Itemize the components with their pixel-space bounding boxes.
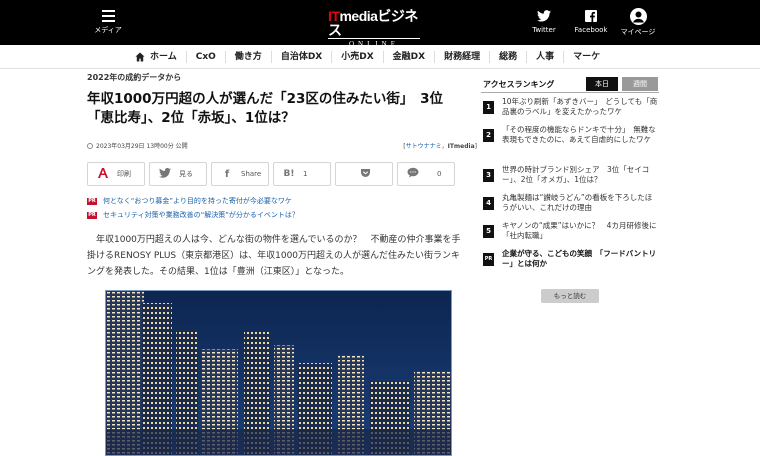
pocket-icon — [355, 168, 375, 181]
article-lead: 年収1000万円超えの人は今、どんな街の物件を選んでいるのか？ 不動産の仲介事業… — [87, 235, 461, 277]
rank-number: 5 — [483, 225, 494, 238]
publish-date-text: 2023年03月29日 13時00分 公開 — [96, 143, 188, 150]
rank-number: 4 — [483, 197, 494, 210]
rank-number: 1 — [483, 101, 494, 114]
headline-line-1: 年収1000万円超の人が選んだ「23区の住みたい街」 3位 — [87, 91, 444, 107]
pr-link-text: セキュリティ対策や業務改善の“解決策”が分かるイベントは？ — [103, 211, 299, 219]
rank-title: 世界の時計ブランド別シェア 3位「セイコー」、2位「オメガ」、1位は？ — [502, 165, 650, 184]
twitter-icon — [536, 8, 552, 24]
ranking-item-pr[interactable]: PR 企業が守る、こどもの笑顔 「フードバントリー」とは何か — [483, 249, 659, 269]
author-org: ITmedia — [447, 143, 475, 150]
publish-date: 2023年03月29日 13時00分 公開 — [87, 141, 188, 150]
ranking-header: アクセスランキング 本日 週間 — [481, 77, 659, 93]
print-icon — [93, 167, 113, 182]
pr-badge: PR — [483, 253, 494, 266]
mypage-link[interactable]: マイページ — [618, 8, 658, 37]
city-night-photo — [105, 290, 452, 456]
nav-general-affairs[interactable]: 総務 — [490, 51, 528, 63]
clock-icon — [87, 142, 93, 149]
rank-title: 丸亀製麺は“讃岐うどん”の看板を下ろしたほうがいい、これだけの理由 — [502, 193, 653, 212]
ranking-item-1[interactable]: 1 10年ぶり刷新「あずきバー」 どうしても「商品裏のラベル」を変えたかったワケ — [483, 97, 659, 117]
twitter-icon — [155, 167, 175, 181]
twitter-link[interactable]: Twitter — [528, 8, 560, 34]
print-label: 印刷 — [117, 170, 131, 178]
print-button[interactable]: 印刷 — [87, 162, 145, 186]
rank-number: 3 — [483, 169, 494, 182]
headline-line-2: 「恵比寿」、2位「赤坂」、1位は？ — [87, 110, 295, 126]
rank-title: 「その程度の機能ならドンキで十分」 無難な表現もできたのに、あえて自虐的にしたワ… — [502, 125, 656, 144]
tweet-button[interactable]: 見る — [149, 162, 207, 186]
hamburger-icon — [101, 10, 115, 22]
article: 2022年の成約データから 年収1000万円超の人が選んだ「23区の住みたい街」… — [87, 72, 477, 456]
read-more-button[interactable]: もっと読む — [541, 289, 599, 303]
rank-title: 10年ぶり刷新「あずきバー」 どうしても「商品裏のラベル」を変えたかったワケ — [502, 97, 658, 116]
site-logo[interactable]: ITmediaビジネス ONLINE — [328, 8, 420, 48]
author-credit: [サトウナナミ，ITmedia] — [403, 141, 477, 150]
comment-count: 0 — [437, 170, 442, 178]
site-header: メディア ITmediaビジネス ONLINE Twitter Facebook… — [0, 0, 760, 48]
twitter-label: Twitter — [532, 26, 556, 34]
ranking-item-3[interactable]: 3 世界の時計ブランド別シェア 3位「セイコー」、2位「オメガ」、1位は？ — [483, 165, 659, 185]
pr-link-1[interactable]: PR 何となく“おつり募金”より目的を持った寄付が今必要なワケ — [87, 196, 292, 206]
home-icon — [135, 52, 145, 62]
hatena-bookmark-button[interactable]: B! 1 — [273, 162, 331, 186]
rank-title: キヤノンの“成果”はいかに？ 4カ月研修後に「社内転職」 — [502, 221, 657, 240]
pr-link-2[interactable]: PR セキュリティ対策や業務改善の“解決策”が分かるイベントは？ — [87, 210, 299, 220]
nav-finance-dx[interactable]: 金融DX — [384, 51, 436, 63]
hatena-count: 1 — [303, 170, 308, 178]
ranking-title: アクセスランキング — [483, 80, 555, 89]
nav-accounting[interactable]: 財務経理 — [435, 51, 491, 63]
user-avatar-icon — [629, 8, 647, 25]
tab-today[interactable]: 本日 — [586, 77, 618, 91]
pocket-button[interactable] — [335, 162, 393, 186]
byline: 2023年03月29日 13時00分 公開 [サトウナナミ，ITmedia] — [87, 141, 477, 151]
tokyo-skyline-illustration — [106, 291, 451, 455]
share-buttons: 印刷 見る f Share B! 1 0 — [87, 162, 477, 186]
ranking-item-4[interactable]: 4 丸亀製麺は“讃岐うどん”の看板を下ろしたほうがいい、これだけの理由 — [483, 193, 659, 213]
rank-number: 2 — [483, 129, 494, 142]
hatena-icon: B! — [283, 169, 295, 179]
logo-media-business: mediaビジネス — [328, 8, 418, 38]
facebook-share-button[interactable]: f Share — [211, 162, 269, 186]
nav-work-style[interactable]: 働き方 — [226, 51, 272, 63]
rank-title: 企業が守る、こどもの笑顔 「フードバントリー」とは何か — [502, 249, 657, 268]
comment-icon — [403, 167, 423, 181]
facebook-icon — [583, 8, 599, 24]
author-bracket-close: ] — [474, 143, 477, 150]
nav-marketing[interactable]: マーケ — [564, 51, 609, 63]
tab-week[interactable]: 週間 — [622, 77, 658, 91]
nav-hr[interactable]: 人事 — [527, 51, 565, 63]
author-link[interactable]: サトウナナミ — [406, 143, 442, 150]
nav-municipal-dx[interactable]: 自治体DX — [272, 51, 333, 63]
facebook-link[interactable]: Facebook — [572, 8, 610, 34]
mypage-label: マイページ — [620, 28, 656, 36]
article-headline: 年収1000万円超の人が選んだ「23区の住みたい街」 3位 「恵比寿」、2位「赤… — [87, 90, 477, 128]
ranking-item-5[interactable]: 5 キヤノンの“成果”はいかに？ 4カ月研修後に「社内転職」 — [483, 221, 659, 241]
pr-badge: PR — [87, 197, 97, 205]
facebook-share-label: Share — [241, 170, 262, 178]
comment-button[interactable]: 0 — [397, 162, 455, 186]
nav-home-label: ホーム — [150, 52, 177, 62]
ranking-item-2[interactable]: 2 「その程度の機能ならドンキで十分」 無難な表現もできたのに、あえて自虐的にし… — [483, 125, 659, 145]
facebook-icon: f — [224, 168, 230, 180]
facebook-label: Facebook — [574, 26, 608, 34]
nav-retail-dx[interactable]: 小売DX — [332, 51, 384, 63]
media-menu-button[interactable]: メディア — [92, 8, 124, 35]
pr-link-text: 何となく“おつり募金”より目的を持った寄付が今必要なワケ — [103, 197, 292, 205]
tweet-label: 見る — [179, 170, 193, 178]
media-menu-label: メディア — [94, 26, 122, 34]
nav-cxo[interactable]: CxO — [187, 51, 226, 63]
nav-home[interactable]: ホーム — [135, 51, 187, 63]
category-nav: ホーム CxO 働き方 自治体DX 小売DX 金融DX 財務経理 総務 人事 マ… — [0, 45, 760, 69]
article-kicker: 2022年の成約データから — [87, 73, 182, 82]
pr-badge: PR — [87, 211, 97, 219]
access-ranking: アクセスランキング 本日 週間 1 10年ぶり刷新「あずきバー」 どうしても「商… — [481, 77, 659, 303]
